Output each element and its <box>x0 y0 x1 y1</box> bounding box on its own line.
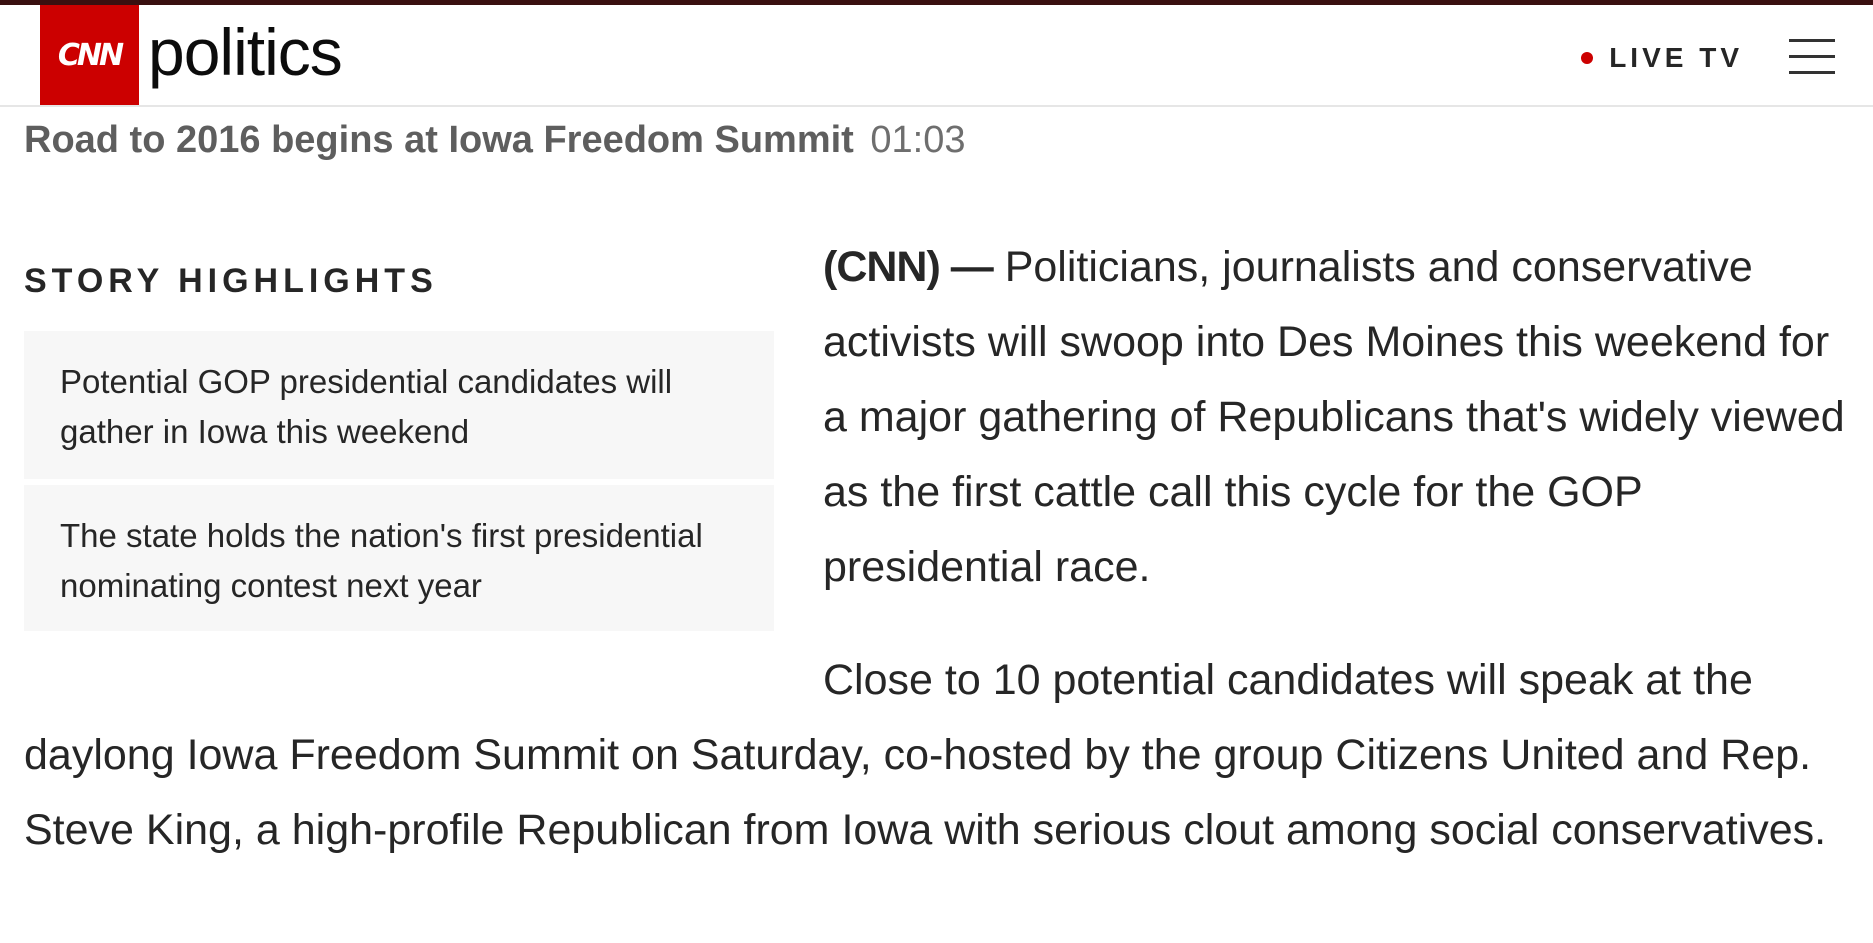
hamburger-menu-icon[interactable] <box>1789 35 1835 75</box>
menu-bar <box>1789 55 1835 58</box>
article-paragraph-1: (CNN) — Politicians, journalists and con… <box>823 230 1853 605</box>
live-tv-link[interactable]: LIVE TV <box>1581 42 1743 74</box>
menu-bar <box>1789 39 1835 42</box>
cnn-logo-text: CNN <box>57 37 124 73</box>
highlight-item: Potential GOP presidential candidates wi… <box>24 331 774 479</box>
paragraph-1-text: Politicians, journalists and conservativ… <box>823 243 1845 591</box>
dateline: (CNN) — <box>823 243 994 291</box>
cnn-logo[interactable]: CNN <box>40 5 139 105</box>
article-paragraph-2: Close to 10 potential candidates will sp… <box>24 656 1827 854</box>
story-highlights-heading: STORY HIGHLIGHTS <box>24 262 438 300</box>
video-title: Road to 2016 begins at Iowa Freedom Summ… <box>24 119 854 161</box>
live-tv-label: LIVE TV <box>1609 42 1743 73</box>
video-title-link[interactable]: Road to 2016 begins at Iowa Freedom Summ… <box>24 117 966 163</box>
menu-bar <box>1789 71 1835 74</box>
section-name[interactable]: politics <box>148 19 343 85</box>
video-duration: 01:03 <box>870 119 966 161</box>
site-header: CNN politics LIVE TV <box>0 5 1873 107</box>
live-dot-icon <box>1581 52 1594 64</box>
highlight-item: The state holds the nation's first presi… <box>24 485 774 631</box>
